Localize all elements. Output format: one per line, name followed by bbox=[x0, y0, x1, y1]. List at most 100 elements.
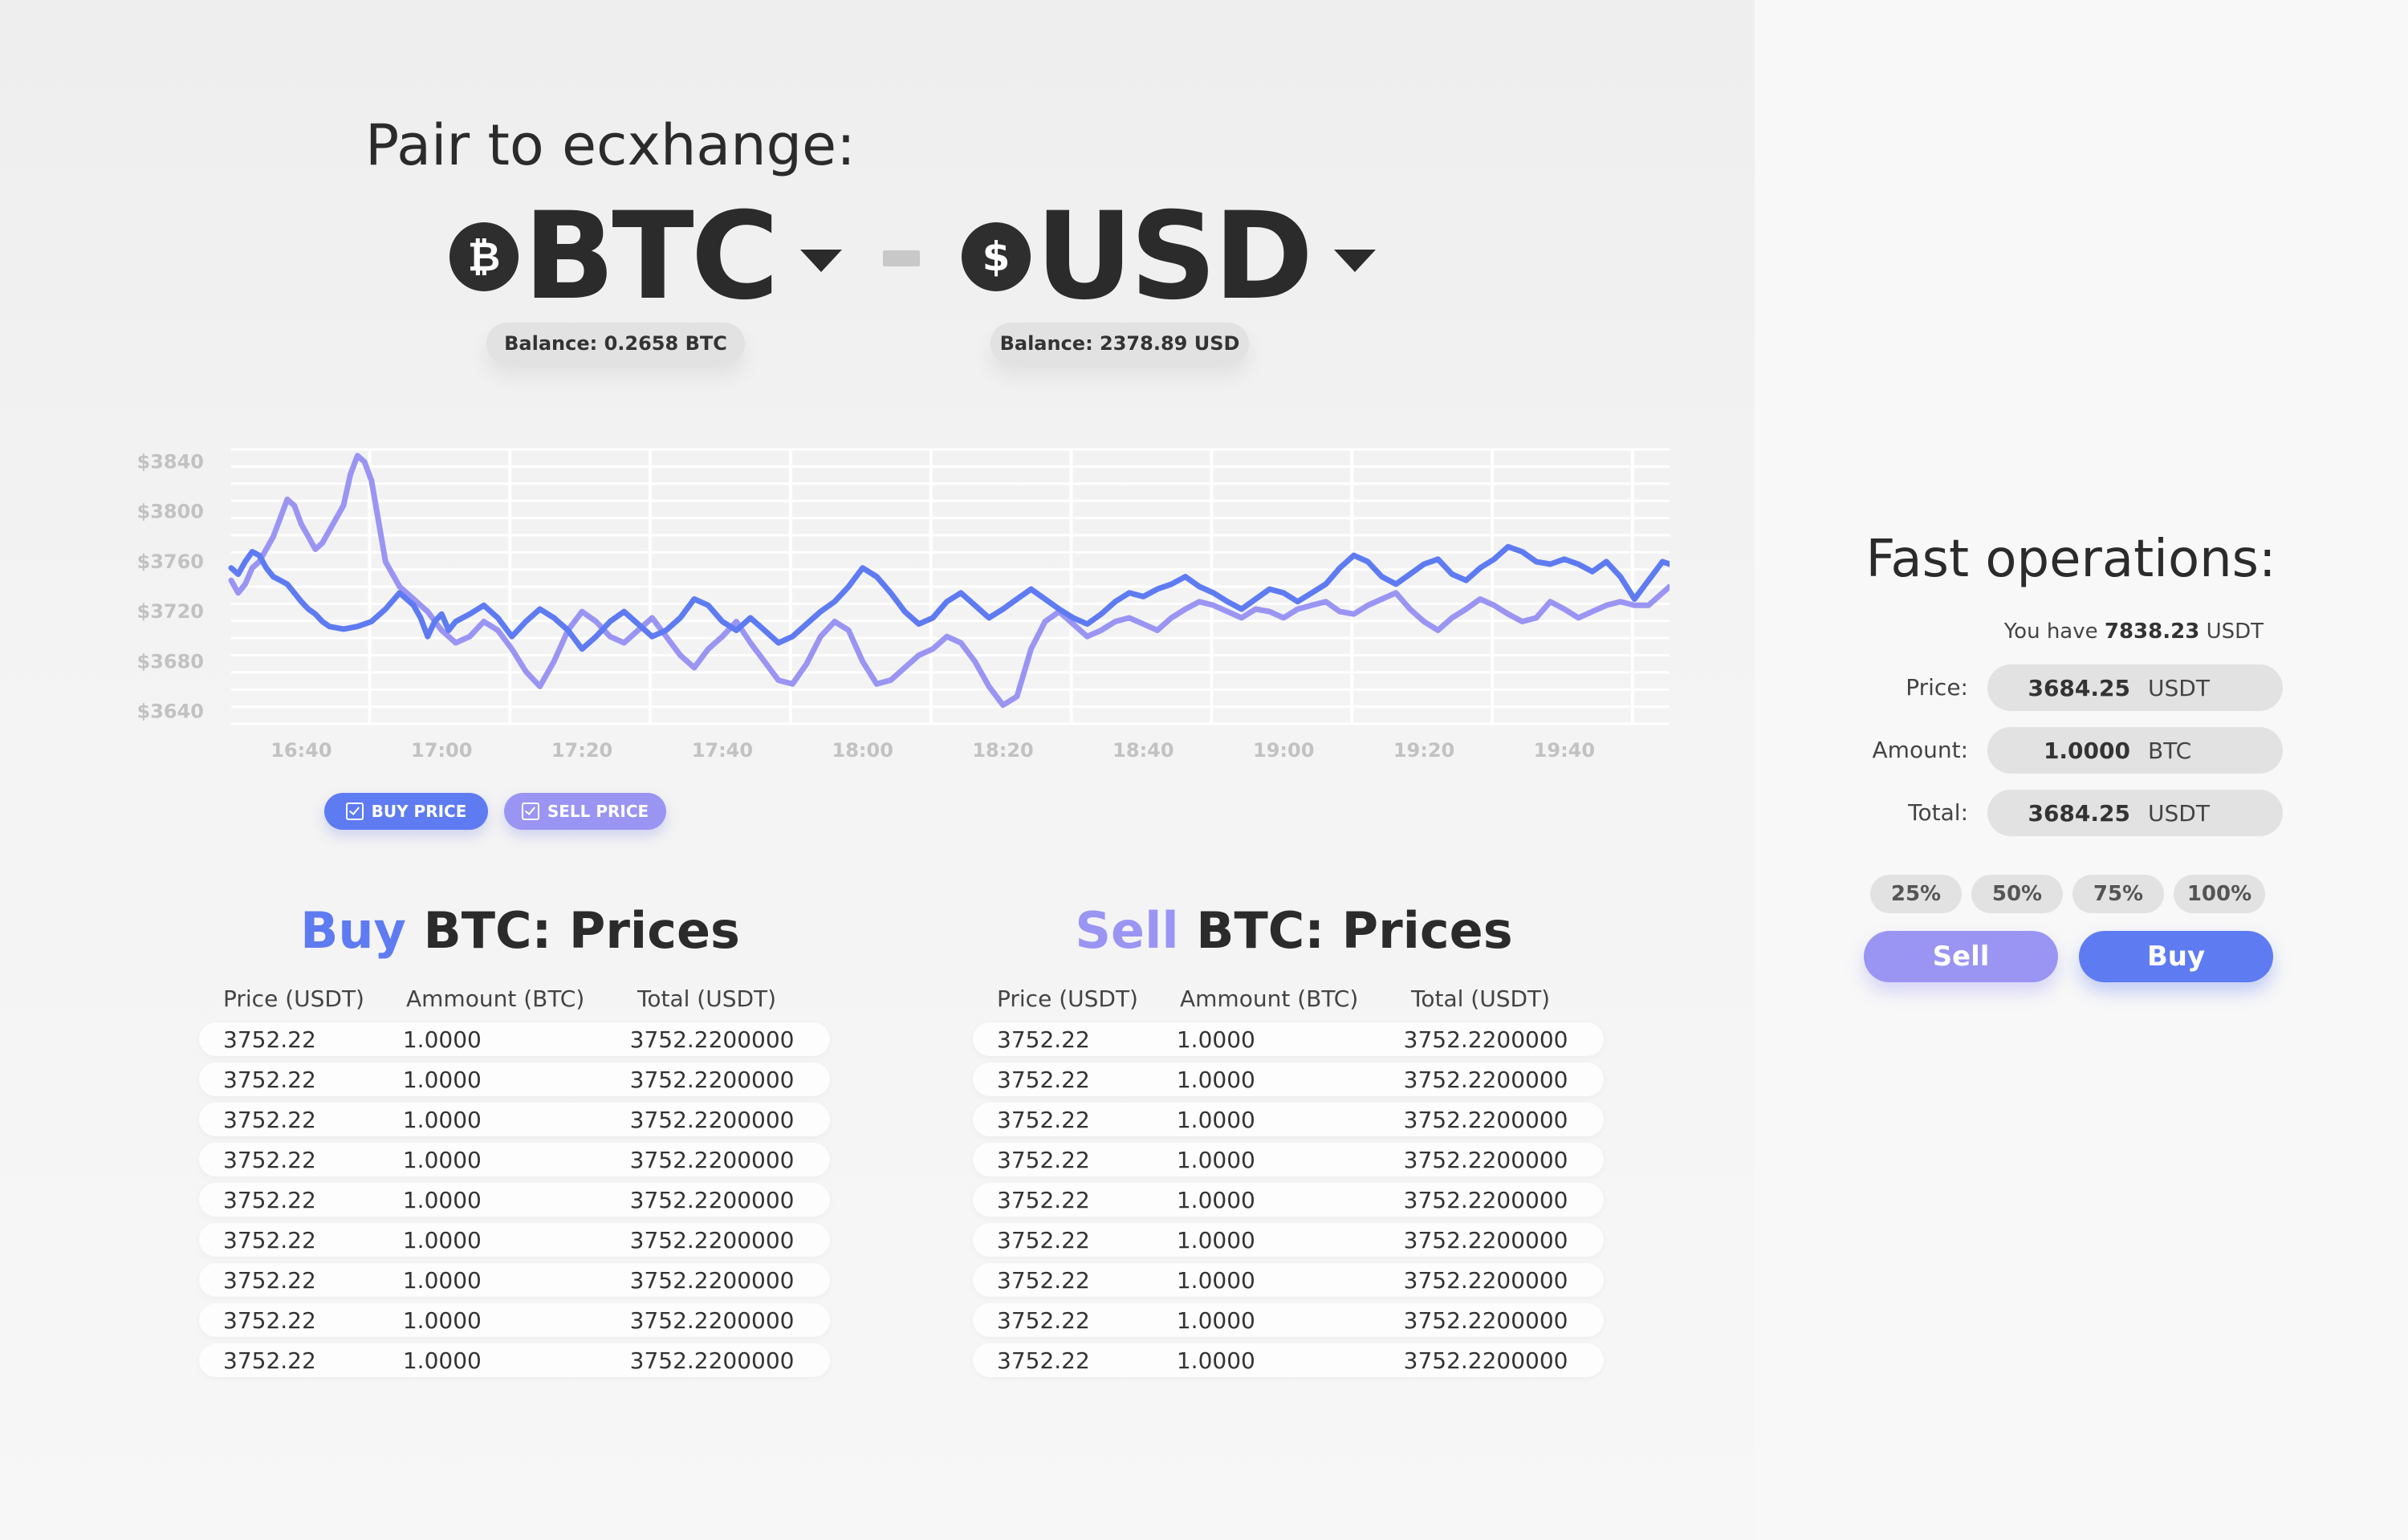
amount-cell: 1.0000 bbox=[402, 1306, 482, 1334]
total-cell: 3752.2200000 bbox=[629, 1226, 795, 1254]
price-value: 3684.25 bbox=[2028, 674, 2130, 701]
sell-price-line bbox=[228, 453, 1670, 709]
table-row[interactable]: 3752.22 1.0000 3752.2200000 bbox=[973, 1143, 1604, 1176]
total-unit: USDT bbox=[2148, 799, 2210, 827]
total-label: Total: bbox=[1908, 799, 1968, 826]
table-row[interactable]: 3752.22 1.0000 3752.2200000 bbox=[199, 1343, 830, 1377]
total-cell: 3752.2200000 bbox=[629, 1347, 795, 1374]
total-cell: 3752.2200000 bbox=[629, 1026, 795, 1053]
table-header: Price (USDT) Ammount (BTC) Total (USDT) bbox=[199, 981, 841, 1016]
column-header-price: Price (USDT) bbox=[223, 985, 364, 1012]
amount-cell: 1.0000 bbox=[1176, 1146, 1255, 1173]
price-cell: 3752.22 bbox=[223, 1306, 316, 1334]
table-row[interactable]: 3752.22 1.0000 3752.2200000 bbox=[199, 1183, 830, 1217]
base-currency-selector[interactable]: ₿ BTC bbox=[449, 197, 842, 317]
total-cell: 3752.2200000 bbox=[1403, 1026, 1568, 1053]
price-cell: 3752.22 bbox=[997, 1347, 1090, 1374]
price-chart: $3840 $3800 $3760 $3720 $3680 $3640 16:40 17:00… bbox=[137, 448, 1670, 762]
fast-operations-title: Fast operations: bbox=[1865, 530, 2276, 589]
sell-button[interactable]: Sell bbox=[1864, 931, 2058, 982]
price-cell: 3752.22 bbox=[223, 1026, 316, 1053]
buy-price-toggle-label: BUY PRICE bbox=[371, 802, 467, 821]
quote-currency-selector[interactable]: $ USD bbox=[962, 197, 1377, 317]
pair-heading: Pair to ecxhange: bbox=[365, 112, 856, 178]
amount-cell: 1.0000 bbox=[402, 1066, 482, 1093]
sell-prices-title-highlight: Sell bbox=[1075, 901, 1179, 960]
amount-cell: 1.0000 bbox=[1176, 1106, 1255, 1133]
price-cell: 3752.22 bbox=[997, 1106, 1090, 1133]
table-row[interactable]: 3752.22 1.0000 3752.2200000 bbox=[973, 1103, 1604, 1136]
table-row[interactable]: 3752.22 1.0000 3752.2200000 bbox=[973, 1263, 1604, 1297]
available-balance-amount: 7838.23 bbox=[2104, 620, 2200, 644]
price-cell: 3752.22 bbox=[223, 1186, 316, 1213]
table-row[interactable]: 3752.22 1.0000 3752.2200000 bbox=[199, 1263, 830, 1297]
table-row[interactable]: 3752.22 1.0000 3752.2200000 bbox=[973, 1022, 1604, 1056]
column-header-total: Total (USDT) bbox=[1411, 985, 1551, 1012]
x-tick-label: 16:40 bbox=[270, 739, 332, 762]
caret-down-icon[interactable] bbox=[799, 250, 842, 272]
total-cell: 3752.2200000 bbox=[1403, 1226, 1568, 1254]
buy-button[interactable]: Buy bbox=[2079, 931, 2273, 982]
percent-75-button[interactable]: 75% bbox=[2072, 875, 2164, 913]
table-row[interactable]: 3752.22 1.0000 3752.2200000 bbox=[973, 1223, 1604, 1257]
total-cell: 3752.2200000 bbox=[629, 1306, 795, 1334]
table-row[interactable]: 3752.22 1.0000 3752.2200000 bbox=[973, 1303, 1604, 1337]
percent-100-button[interactable]: 100% bbox=[2174, 875, 2265, 913]
amount-cell: 1.0000 bbox=[1176, 1186, 1255, 1213]
quote-currency-code: USD bbox=[1035, 187, 1313, 327]
sell-price-toggle[interactable]: SELL PRICE bbox=[504, 793, 666, 830]
amount-cell: 1.0000 bbox=[402, 1026, 482, 1053]
amount-cell: 1.0000 bbox=[402, 1106, 482, 1133]
price-field[interactable]: 3684.25 USDT bbox=[1987, 664, 2283, 711]
table-row[interactable]: 3752.22 1.0000 3752.2200000 bbox=[973, 1343, 1604, 1377]
amount-unit: BTC bbox=[2148, 737, 2192, 764]
amount-cell: 1.0000 bbox=[402, 1186, 482, 1213]
sell-prices-title: Sell BTC: Prices bbox=[973, 899, 1615, 963]
amount-cell: 1.0000 bbox=[1176, 1266, 1255, 1294]
buy-prices-rows: 3752.22 1.0000 3752.2200000 3752.22 1.0000 37… bbox=[199, 1022, 841, 1377]
price-cell: 3752.22 bbox=[223, 1266, 316, 1294]
buy-prices-title-rest: BTC: Prices bbox=[405, 901, 740, 960]
total-cell: 3752.2200000 bbox=[1403, 1266, 1568, 1294]
total-field[interactable]: 3684.25 USDT bbox=[1987, 790, 2283, 836]
total-cell: 3752.2200000 bbox=[1403, 1106, 1568, 1133]
table-row[interactable]: 3752.22 1.0000 3752.2200000 bbox=[199, 1303, 830, 1337]
table-row[interactable]: 3752.22 1.0000 3752.2200000 bbox=[199, 1223, 830, 1257]
table-row[interactable]: 3752.22 1.0000 3752.2200000 bbox=[199, 1063, 830, 1096]
column-header-price: Price (USDT) bbox=[997, 985, 1138, 1012]
column-header-amount: Ammount (BTC) bbox=[1180, 985, 1359, 1012]
x-tick-label: 19:40 bbox=[1534, 739, 1595, 762]
amount-cell: 1.0000 bbox=[402, 1226, 482, 1254]
percent-25-button[interactable]: 25% bbox=[1870, 875, 1962, 913]
total-cell: 3752.2200000 bbox=[1403, 1186, 1568, 1213]
checkbox-checked-icon bbox=[345, 803, 364, 820]
price-cell: 3752.22 bbox=[997, 1306, 1090, 1334]
x-tick-label: 19:20 bbox=[1393, 739, 1454, 762]
table-row[interactable]: 3752.22 1.0000 3752.2200000 bbox=[199, 1103, 830, 1136]
base-balance-badge: Balance: 0.2658 BTC bbox=[486, 323, 745, 364]
caret-down-icon[interactable] bbox=[1334, 250, 1377, 272]
amount-field[interactable]: 1.0000 BTC bbox=[1987, 727, 2283, 774]
table-row[interactable]: 3752.22 1.0000 3752.2200000 bbox=[199, 1022, 830, 1056]
price-unit: USDT bbox=[2148, 674, 2210, 701]
total-cell: 3752.2200000 bbox=[629, 1106, 795, 1133]
percent-50-button[interactable]: 50% bbox=[1971, 875, 2063, 913]
table-row[interactable]: 3752.22 1.0000 3752.2200000 bbox=[973, 1063, 1604, 1096]
table-row[interactable]: 3752.22 1.0000 3752.2200000 bbox=[199, 1143, 830, 1176]
table-row[interactable]: 3752.22 1.0000 3752.2200000 bbox=[973, 1183, 1604, 1217]
price-cell: 3752.22 bbox=[223, 1066, 316, 1093]
y-tick-label: $3640 bbox=[137, 700, 205, 722]
amount-cell: 1.0000 bbox=[402, 1266, 482, 1294]
amount-cell: 1.0000 bbox=[402, 1146, 482, 1173]
price-cell: 3752.22 bbox=[223, 1146, 316, 1173]
total-cell: 3752.2200000 bbox=[1403, 1347, 1568, 1374]
buy-price-toggle[interactable]: BUY PRICE bbox=[324, 793, 488, 830]
total-cell: 3752.2200000 bbox=[1403, 1066, 1568, 1093]
amount-cell: 1.0000 bbox=[1176, 1226, 1255, 1254]
table-header: Price (USDT) Ammount (BTC) Total (USDT) bbox=[973, 981, 1615, 1016]
amount-cell: 1.0000 bbox=[1176, 1347, 1255, 1374]
available-balance-unit: USDT bbox=[2206, 620, 2264, 644]
price-cell: 3752.22 bbox=[997, 1266, 1090, 1294]
sell-prices-rows: 3752.22 1.0000 3752.2200000 3752.22 1.0000 37… bbox=[973, 1022, 1615, 1377]
price-cell: 3752.22 bbox=[997, 1066, 1090, 1093]
